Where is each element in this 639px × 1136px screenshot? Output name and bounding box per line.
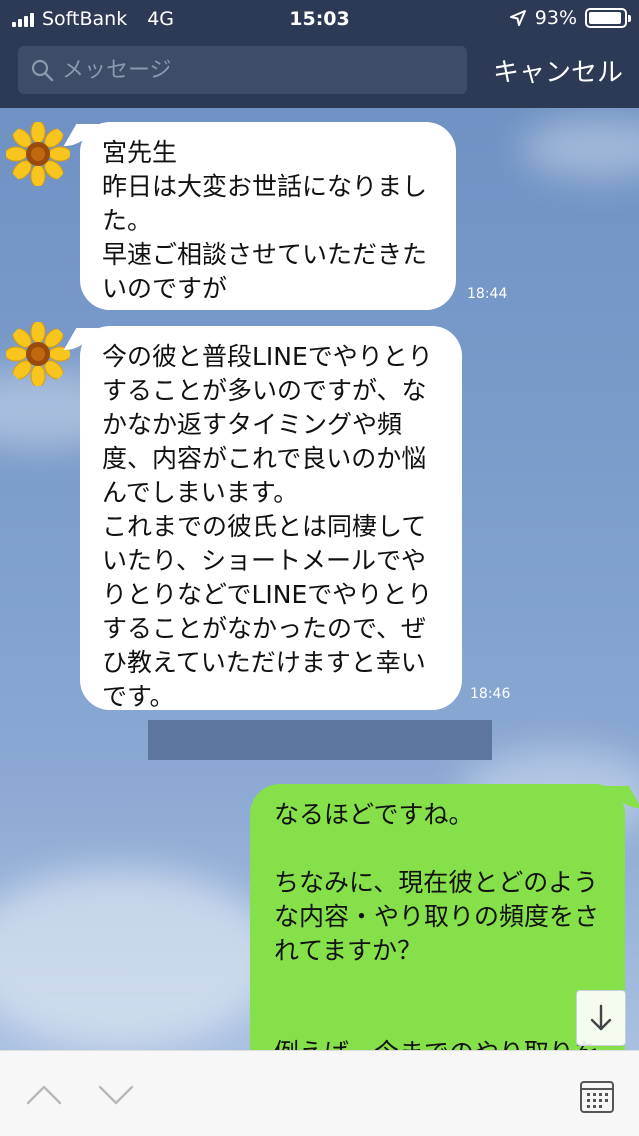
sunflower-avatar[interactable] [6, 122, 70, 186]
sunflower-avatar[interactable] [6, 322, 70, 386]
search-icon [31, 59, 54, 82]
message-text: 今の彼と普段LINEでやりとり することが多いのですが、な かなか返すタイミング… [102, 342, 433, 711]
chat-area[interactable]: 宮先生 昨日は大変お世話になりまし た。 早速ご相談させていただきた いのですが… [0, 108, 639, 1050]
message-timestamp: 18:46 [470, 686, 511, 702]
arrow-down-icon [590, 1004, 612, 1031]
calendar-icon[interactable] [578, 1077, 616, 1115]
battery-fill [589, 12, 621, 24]
message-timestamp: 18:44 [467, 286, 508, 302]
cancel-button[interactable]: キャンセル [493, 52, 623, 89]
chevron-down-icon[interactable] [96, 1075, 136, 1115]
status-bar: SoftBank 4G 15:03 93% [0, 0, 639, 36]
scroll-to-bottom-button[interactable] [576, 990, 626, 1046]
search-field[interactable] [18, 46, 467, 94]
message-bubble-incoming[interactable]: 今の彼と普段LINEでやりとり することが多いのですが、な かなか返すタイミング… [80, 326, 462, 711]
location-arrow-icon [509, 10, 526, 26]
bottom-toolbar [0, 1050, 639, 1136]
battery-icon [585, 8, 631, 28]
battery-percent: 93% [534, 7, 577, 29]
status-right: 93% [509, 7, 631, 29]
search-input[interactable] [62, 52, 452, 88]
message-text: なるほどですね。 ちなみに、現在彼とどのよう な内容・やり取りの頻度をさ れてま… [274, 800, 600, 1050]
message-bubble-incoming[interactable]: 宮先生 昨日は大変お世話になりまし た。 早速ご相談させていただきた いのですが [80, 122, 456, 310]
header: SoftBank 4G 15:03 93% キャンセル [0, 0, 639, 108]
redacted-block [148, 720, 492, 760]
message-bubble-outgoing[interactable]: なるほどですね。 ちなみに、現在彼とどのよう な内容・やり取りの頻度をさ れてま… [250, 784, 625, 1050]
message-text: 宮先生 昨日は大変お世話になりまし た。 早速ご相談させていただきた いのですが [102, 138, 428, 303]
chevron-up-icon[interactable] [24, 1075, 64, 1115]
